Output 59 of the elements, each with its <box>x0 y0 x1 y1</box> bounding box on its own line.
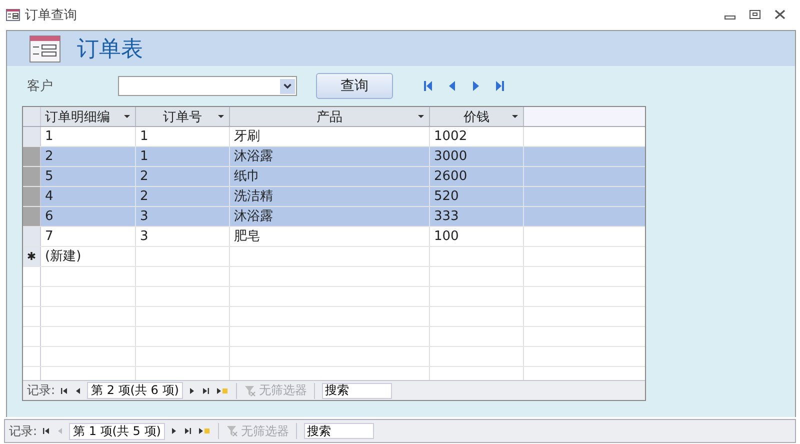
last-record-icon[interactable] <box>202 386 210 394</box>
next-record-icon[interactable] <box>188 386 196 394</box>
dropdown-icon[interactable] <box>218 115 224 119</box>
new-record-icon[interactable] <box>216 386 228 394</box>
table-cell: 3000 <box>430 147 524 166</box>
new-row-cell: (新建) <box>41 247 136 266</box>
close-icon[interactable] <box>774 9 786 21</box>
record-position-field[interactable]: 第 1 项(共 5 项) <box>69 422 165 440</box>
column-header[interactable]: 产品 <box>230 107 430 126</box>
window-title: 订单查询 <box>25 7 77 24</box>
next-record-icon[interactable] <box>170 427 178 435</box>
table-cell: 6 <box>41 207 136 226</box>
table-cell: 2 <box>41 147 136 166</box>
last-record-icon[interactable] <box>184 427 192 435</box>
first-record-icon[interactable] <box>60 386 68 394</box>
table-cell: 4 <box>41 187 136 206</box>
column-header[interactable]: 订单明细编 <box>41 107 136 126</box>
table-cell: 520 <box>430 187 524 206</box>
record-label: 记录: <box>27 382 56 399</box>
table-cell: 1 <box>136 147 230 166</box>
table-cell: 2600 <box>430 167 524 186</box>
first-record-icon[interactable] <box>42 427 50 435</box>
table-cell: 1 <box>136 127 230 146</box>
table-cell: 7 <box>41 227 136 246</box>
filter-icon <box>244 384 256 396</box>
column-header[interactable]: 订单号 <box>136 107 230 126</box>
dropdown-icon[interactable] <box>512 115 518 119</box>
table-cell: 2 <box>136 167 230 186</box>
table-cell: 100 <box>430 227 524 246</box>
restore-icon[interactable] <box>749 9 761 21</box>
record-label: 记录: <box>9 422 38 440</box>
table-cell: 3 <box>136 207 230 226</box>
new-row-marker: ✱ <box>23 247 41 266</box>
table-cell: 沐浴露 <box>230 207 430 226</box>
previous-record-icon[interactable] <box>74 386 82 394</box>
dropdown-icon[interactable] <box>418 115 424 119</box>
table-cell: 2 <box>136 187 230 206</box>
form-icon <box>6 9 20 21</box>
table-cell: 5 <box>41 167 136 186</box>
table-cell: 1002 <box>430 127 524 146</box>
table-cell: 纸巾 <box>230 167 430 186</box>
table-cell: 3 <box>136 227 230 246</box>
table-cell: 1 <box>41 127 136 146</box>
search-field[interactable]: 搜索 <box>322 382 392 398</box>
new-record-icon[interactable] <box>198 427 210 435</box>
table-cell: 沐浴露 <box>230 147 430 166</box>
table-cell: 洗洁精 <box>230 187 430 206</box>
search-field[interactable]: 搜索 <box>304 423 374 439</box>
table-cell: 333 <box>430 207 524 226</box>
table-cell: 肥皂 <box>230 227 430 246</box>
form-title: 订单表 <box>77 36 143 64</box>
dropdown-icon[interactable] <box>124 115 130 119</box>
customer-label: 客户 <box>26 78 54 95</box>
query-button[interactable]: 查询 <box>316 73 393 99</box>
filter-icon <box>226 425 238 437</box>
table-cell: 牙刷 <box>230 127 430 146</box>
form-icon <box>29 34 61 62</box>
record-position-field[interactable]: 第 2 项(共 6 项) <box>87 382 183 399</box>
dropdown-icon[interactable] <box>280 78 295 94</box>
